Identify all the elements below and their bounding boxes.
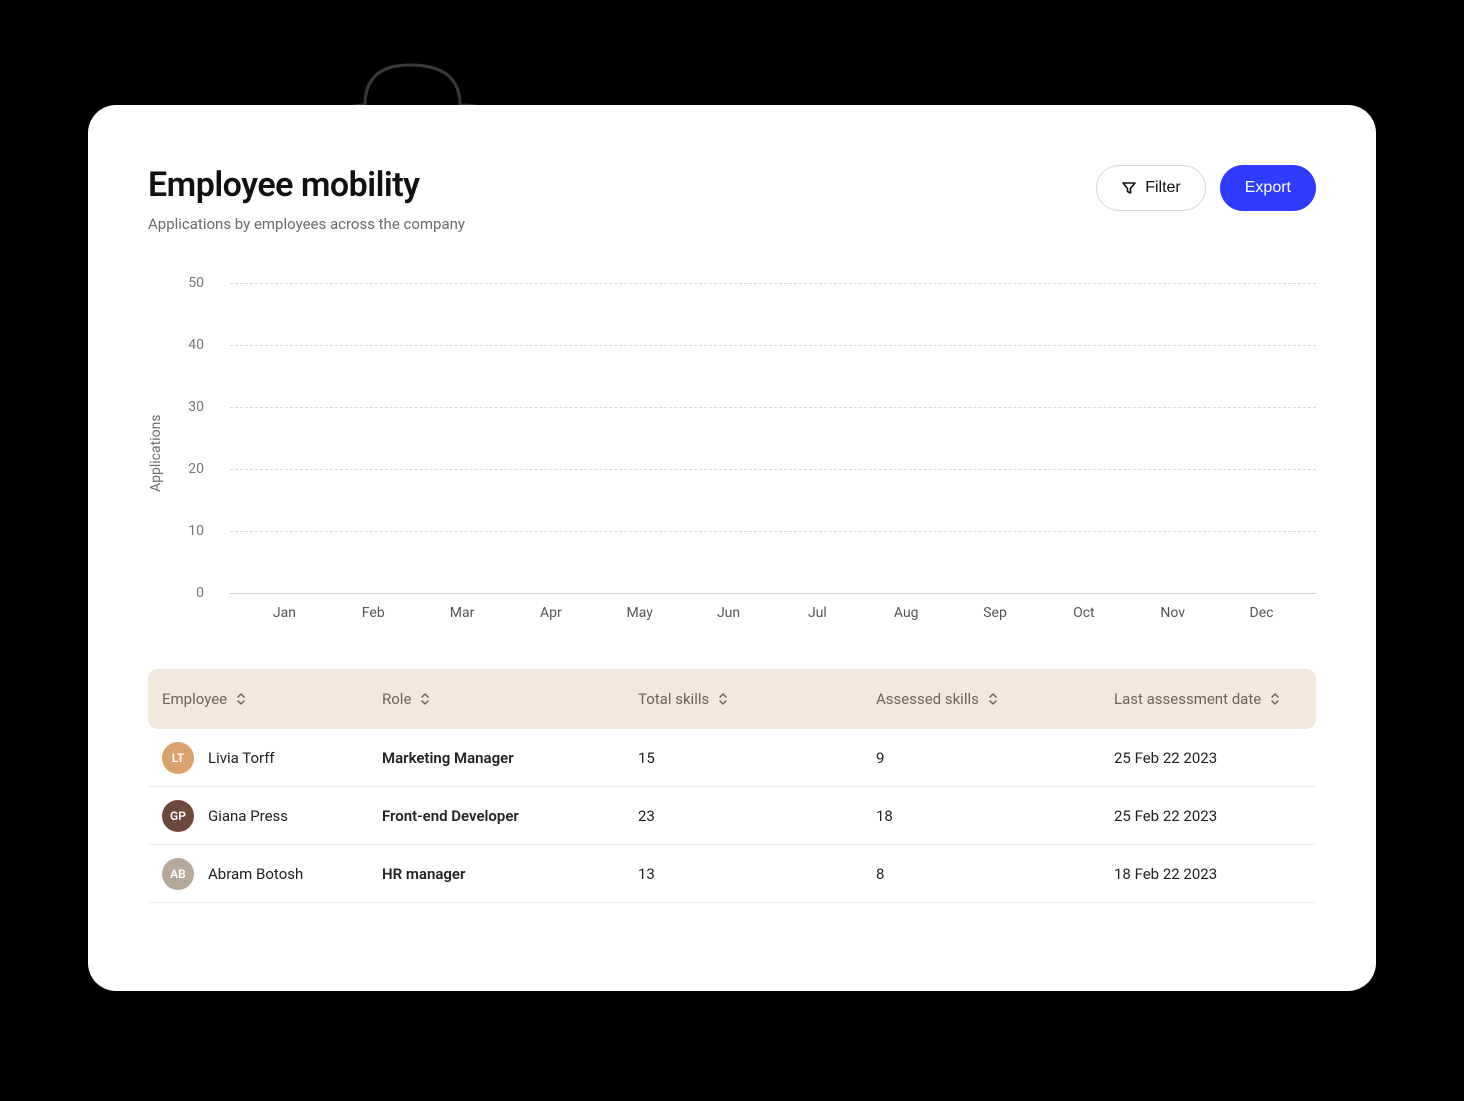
total-skills: 23: [638, 807, 876, 825]
chart-gridline: [230, 531, 1316, 532]
chart-xtick: Nov: [1128, 597, 1217, 623]
chart-xtick: Jun: [684, 597, 773, 623]
sort-icon: [717, 692, 729, 706]
last-assessment-date: 18 Feb 22 2023: [1114, 865, 1302, 883]
assessed-skills: 18: [876, 807, 1114, 825]
table-header-label: Last assessment date: [1114, 690, 1261, 708]
employee-name: Giana Press: [208, 807, 288, 825]
page-title: Employee mobility: [148, 165, 465, 205]
chart-gridline: [230, 593, 1316, 594]
filter-button-label: Filter: [1145, 179, 1181, 197]
employee-role: HR manager: [382, 865, 638, 883]
employee-role: Marketing Manager: [382, 749, 638, 767]
chart-ytick: 50: [188, 275, 214, 291]
avatar: LT: [162, 742, 194, 774]
sort-icon: [987, 692, 999, 706]
table-header-label: Role: [382, 690, 411, 708]
sort-icon: [1269, 692, 1281, 706]
table-row[interactable]: LT Livia Torff Marketing Manager15925 Feb …: [148, 729, 1316, 787]
chart-ytick: 10: [188, 523, 214, 539]
export-button[interactable]: Export: [1220, 165, 1316, 211]
total-skills: 15: [638, 749, 876, 767]
chart-xtick: Jul: [773, 597, 862, 623]
filter-button[interactable]: Filter: [1096, 165, 1206, 211]
chart-xtick: Oct: [1039, 597, 1128, 623]
chart-yaxis: 50403020100: [170, 283, 224, 593]
table-header-label: Total skills: [638, 690, 709, 708]
chart-ytick: 40: [188, 337, 214, 353]
last-assessment-date: 25 Feb 22 2023: [1114, 807, 1302, 825]
chart-xtick: Aug: [862, 597, 951, 623]
table-row[interactable]: GP Giana Press Front-end Developer231825 F…: [148, 787, 1316, 845]
chart-xtick: Dec: [1217, 597, 1306, 623]
chart-xtick: Apr: [506, 597, 595, 623]
dashboard-card: Employee mobility Applications by employ…: [88, 105, 1376, 991]
chart-xtick: Jan: [240, 597, 329, 623]
table-header-role[interactable]: Role: [382, 690, 638, 708]
chart-ytick: 0: [196, 585, 214, 601]
table-header-label: Employee: [162, 690, 227, 708]
sort-icon: [235, 692, 247, 706]
chart-plot: [230, 283, 1316, 593]
avatar: GP: [162, 800, 194, 832]
employee-table: Employee Role Total skills Assessed skills L…: [148, 669, 1316, 903]
total-skills: 13: [638, 865, 876, 883]
sort-icon: [419, 692, 431, 706]
table-header-total_skills[interactable]: Total skills: [638, 690, 876, 708]
chart-gridline: [230, 469, 1316, 470]
chart-xaxis: JanFebMarAprMayJunJulAugSepOctNovDec: [230, 597, 1316, 623]
chart-gridline: [230, 345, 1316, 346]
chart-xtick: May: [595, 597, 684, 623]
employee-name: Livia Torff: [208, 749, 275, 767]
last-assessment-date: 25 Feb 22 2023: [1114, 749, 1302, 767]
table-header-employee[interactable]: Employee: [162, 690, 382, 708]
chart-ylabel: Applications: [148, 283, 164, 623]
assessed-skills: 9: [876, 749, 1114, 767]
table-body: LTLivia TorffMarketing Manager15925 Feb …: [148, 729, 1316, 903]
export-button-label: Export: [1245, 179, 1291, 197]
avatar: AB: [162, 858, 194, 890]
table-row[interactable]: AB Abram Botosh HR manager13818 Feb 22 202…: [148, 845, 1316, 903]
page-subtitle: Applications by employees across the com…: [148, 215, 465, 233]
chart-gridline: [230, 283, 1316, 284]
chart-gridline: [230, 407, 1316, 408]
filter-icon: [1121, 180, 1137, 196]
table-header: Employee Role Total skills Assessed skills L…: [148, 669, 1316, 729]
chart-xtick: Sep: [951, 597, 1040, 623]
assessed-skills: 8: [876, 865, 1114, 883]
table-header-assessed_skills[interactable]: Assessed skills: [876, 690, 1114, 708]
table-header-last_assessment[interactable]: Last assessment date: [1114, 690, 1302, 708]
employee-role: Front-end Developer: [382, 807, 638, 825]
chart-ytick: 30: [188, 399, 214, 415]
chart-xtick: Mar: [418, 597, 507, 623]
chart-container: Applications 50403020100 JanFebMarAprMay…: [148, 283, 1316, 623]
employee-name: Abram Botosh: [208, 865, 303, 883]
chart-xtick: Feb: [329, 597, 418, 623]
card-header: Employee mobility Applications by employ…: [148, 165, 1316, 233]
chart-ytick: 20: [188, 461, 214, 477]
table-header-label: Assessed skills: [876, 690, 979, 708]
